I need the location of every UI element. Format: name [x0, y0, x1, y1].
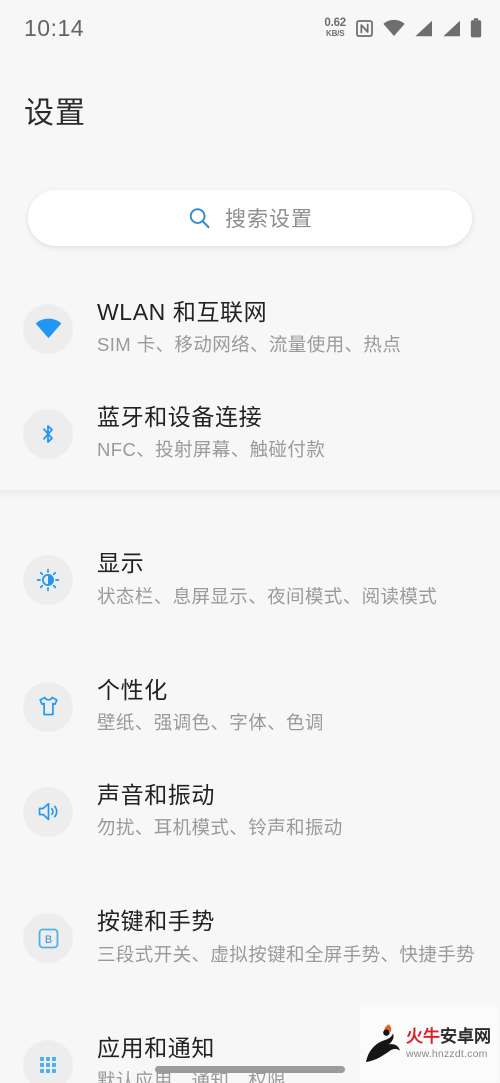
search-icon	[189, 207, 210, 228]
settings-item-text: 按键和手势 三段式开关、虚拟按键和全屏手势、快捷手势	[97, 908, 482, 968]
settings-group-device: 显示 状态栏、息屏显示、夜间模式、阅读模式 个性化 壁纸、强调色、字体、色调 声…	[0, 506, 500, 1083]
group-divider	[0, 490, 500, 499]
settings-item-personalization[interactable]: 个性化 壁纸、强调色、字体、色调	[0, 654, 500, 759]
settings-item-buttons-gestures[interactable]: B 按键和手势 三段式开关、虚拟按键和全屏手势、快捷手势	[0, 864, 500, 1012]
icon-bubble	[23, 786, 73, 837]
tshirt-icon	[38, 696, 58, 716]
status-bar: 10:14 0.62 KB/S	[0, 0, 500, 56]
status-bar-clock: 10:14	[24, 14, 85, 41]
settings-item-text: 声音和振动 勿扰、耳机模式、铃声和振动	[97, 782, 482, 842]
settings-item-subtitle: NFC、投射屏幕、触碰付款	[97, 439, 326, 461]
settings-screen: 10:14 0.62 KB/S 设置 搜索设置 WLAN 和互联网 SIM 卡、…	[0, 0, 500, 1083]
status-bar-icons: 0.62 KB/S	[324, 16, 482, 39]
settings-item-title: 按键和手势	[97, 908, 215, 935]
settings-item-subtitle: 勿扰、耳机模式、铃声和振动	[97, 817, 343, 839]
apps-grid-icon	[40, 1056, 56, 1073]
bluetooth-icon	[43, 424, 53, 443]
settings-item-subtitle: 壁纸、强调色、字体、色调	[97, 712, 324, 734]
wifi-icon	[383, 19, 405, 36]
icon-bubble: B	[23, 913, 73, 963]
settings-item-text: 显示 状态栏、息屏显示、夜间模式、阅读模式	[97, 550, 482, 610]
settings-item-text: 蓝牙和设备连接 NFC、投射屏幕、触碰付款	[97, 404, 482, 464]
settings-item-subtitle: 状态栏、息屏显示、夜间模式、阅读模式	[97, 585, 438, 607]
network-speed-unit: KB/S	[326, 29, 345, 39]
settings-group-connectivity: WLAN 和互联网 SIM 卡、移动网络、流量使用、热点 蓝牙和设备连接 NFC…	[0, 276, 500, 486]
battery-icon	[470, 18, 482, 38]
settings-item-sound[interactable]: 声音和振动 勿扰、耳机模式、铃声和振动	[0, 759, 500, 864]
settings-item-wlan[interactable]: WLAN 和互联网 SIM 卡、移动网络、流量使用、热点	[0, 276, 500, 381]
signal-icon	[415, 20, 432, 36]
page-title: 设置	[24, 97, 86, 130]
site-watermark: 火牛安卓网 www.hnzzdt.com	[360, 1007, 498, 1081]
settings-item-title: 蓝牙和设备连接	[97, 403, 263, 430]
svg-text:B: B	[44, 934, 51, 946]
speaker-icon	[38, 802, 57, 821]
wifi-icon	[35, 318, 61, 339]
network-speed-indicator: 0.62 KB/S	[324, 16, 346, 39]
settings-item-subtitle: SIM 卡、移动网络、流量使用、热点	[97, 334, 402, 356]
navigation-gesture-bar[interactable]	[155, 1066, 345, 1073]
icon-bubble	[23, 408, 73, 459]
settings-item-text: 个性化 壁纸、强调色、字体、色调	[97, 677, 482, 737]
watermark-url: www.hnzzdt.com	[406, 1048, 488, 1061]
icon-bubble	[23, 303, 73, 354]
signal-icon	[443, 20, 460, 36]
icon-bubble	[23, 681, 73, 732]
settings-item-title: 个性化	[97, 676, 168, 703]
watermark-text: 火牛安卓网 www.hnzzdt.com	[406, 1028, 491, 1060]
settings-item-text: WLAN 和互联网 SIM 卡、移动网络、流量使用、热点	[97, 299, 482, 359]
settings-item-title: WLAN 和互联网	[97, 298, 268, 325]
settings-item-bluetooth[interactable]: 蓝牙和设备连接 NFC、投射屏幕、触碰付款	[0, 381, 500, 486]
watermark-brand-red: 火牛	[406, 1027, 440, 1047]
search-input[interactable]: 搜索设置	[28, 190, 472, 246]
settings-item-subtitle: 三段式开关、虚拟按键和全屏手势、快捷手势	[97, 943, 476, 965]
brightness-icon	[36, 568, 60, 592]
icon-bubble	[23, 1039, 73, 1083]
watermark-logo-icon	[366, 1024, 400, 1062]
icon-bubble	[23, 555, 73, 605]
settings-item-title: 显示	[97, 550, 145, 577]
button-b-icon: B	[38, 928, 58, 948]
nfc-icon	[356, 19, 373, 37]
search-placeholder: 搜索设置	[225, 208, 313, 231]
settings-item-title: 声音和振动	[97, 781, 215, 808]
network-speed-value: 0.62	[324, 16, 346, 29]
settings-item-display[interactable]: 显示 状态栏、息屏显示、夜间模式、阅读模式	[0, 506, 500, 654]
watermark-brand-dark: 安卓网	[440, 1027, 491, 1047]
